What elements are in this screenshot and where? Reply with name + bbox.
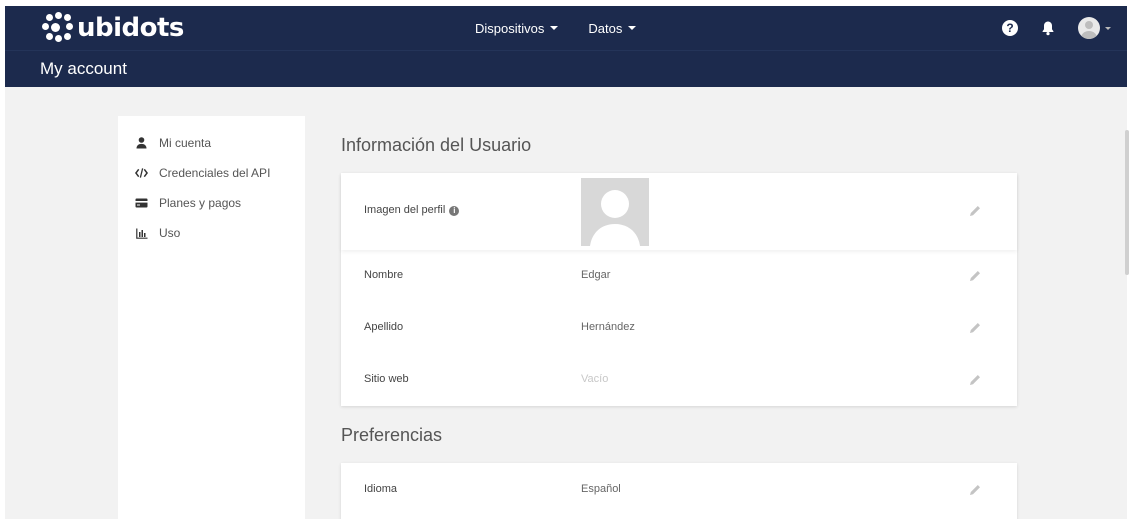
- user-menu-button[interactable]: [1078, 17, 1111, 39]
- logo-dots-icon: [39, 11, 73, 45]
- sidebar-item-label: Credenciales del API: [159, 166, 271, 180]
- bar-chart-icon: [135, 227, 148, 239]
- row-label: Sitio web: [364, 373, 409, 385]
- page-title: My account: [40, 59, 127, 78]
- sidebar-item-label: Planes y pagos: [159, 196, 242, 210]
- caret-down-icon: [550, 26, 559, 30]
- sidebar-item-label: Uso: [159, 226, 181, 240]
- section-title-preferences: Preferencias: [341, 425, 443, 445]
- row-idioma: Idioma Español: [341, 463, 1017, 515]
- sidebar-item-planes[interactable]: Planes y pagos: [135, 196, 241, 210]
- nav-right-actions: ?: [1002, 6, 1127, 50]
- row-value: Vacío: [581, 373, 609, 385]
- user-icon: [135, 137, 148, 149]
- credit-card-icon: [135, 197, 148, 209]
- profile-image-label: Imagen del perfil: [364, 204, 446, 216]
- app-window: ubidots Dispositivos Datos ? My account …: [5, 6, 1127, 519]
- nav-item-datos[interactable]: Datos: [588, 20, 637, 36]
- row-apellido: Apellido Hernández: [341, 302, 1017, 354]
- nav-item-dispositivos[interactable]: Dispositivos: [475, 20, 559, 36]
- caret-down-icon: [1105, 26, 1111, 30]
- nav-item-label: Datos: [588, 20, 623, 36]
- row-value: Español: [581, 483, 621, 495]
- user-info-card: Imagen del perfil i Nombre Edgar Apellido…: [341, 173, 1017, 406]
- row-label: Nombre: [364, 269, 404, 281]
- code-icon: [135, 167, 148, 179]
- row-sitio-web: Sitio web Vacío: [341, 354, 1017, 406]
- row-nombre: Nombre Edgar: [341, 250, 1017, 302]
- page-header: My account: [5, 50, 1127, 87]
- row-value: Hernández: [581, 321, 635, 333]
- sidebar-item-label: Mi cuenta: [159, 136, 212, 150]
- info-icon[interactable]: i: [449, 206, 460, 216]
- account-sidebar: Mi cuenta Credenciales del API Planes y …: [118, 116, 305, 519]
- preferences-card: Idioma Español: [341, 463, 1017, 519]
- row-label: Apellido: [364, 321, 404, 333]
- edit-pencil-icon[interactable]: [968, 321, 982, 335]
- main-nav: Dispositivos Datos: [475, 6, 666, 50]
- row-value: Edgar: [581, 269, 611, 281]
- nav-item-label: Dispositivos: [475, 20, 545, 36]
- ubidots-logo[interactable]: ubidots: [39, 8, 184, 48]
- sidebar-item-mi-cuenta[interactable]: Mi cuenta: [135, 136, 211, 150]
- avatar: [1078, 17, 1100, 39]
- top-navbar: ubidots Dispositivos Datos ?: [5, 6, 1127, 50]
- bell-icon[interactable]: [1040, 20, 1056, 36]
- edit-pencil-icon[interactable]: [968, 483, 982, 497]
- edit-pencil-icon[interactable]: [968, 373, 982, 387]
- profile-image[interactable]: [581, 178, 649, 246]
- edit-pencil-icon[interactable]: [968, 269, 982, 283]
- section-title-user-info: Información del Usuario: [341, 135, 532, 155]
- help-icon[interactable]: ?: [1002, 20, 1018, 36]
- row-label: Idioma: [364, 483, 398, 495]
- row-label: Imagen del perfil i: [364, 204, 460, 216]
- profile-image-row: Imagen del perfil i: [341, 173, 1017, 250]
- sidebar-item-credenciales[interactable]: Credenciales del API: [135, 166, 270, 180]
- brand-name: ubidots: [77, 13, 184, 43]
- sidebar-item-uso[interactable]: Uso: [135, 226, 180, 240]
- edit-pencil-icon[interactable]: [968, 204, 982, 218]
- caret-down-icon: [628, 26, 637, 30]
- page-scrollbar[interactable]: [1125, 130, 1129, 275]
